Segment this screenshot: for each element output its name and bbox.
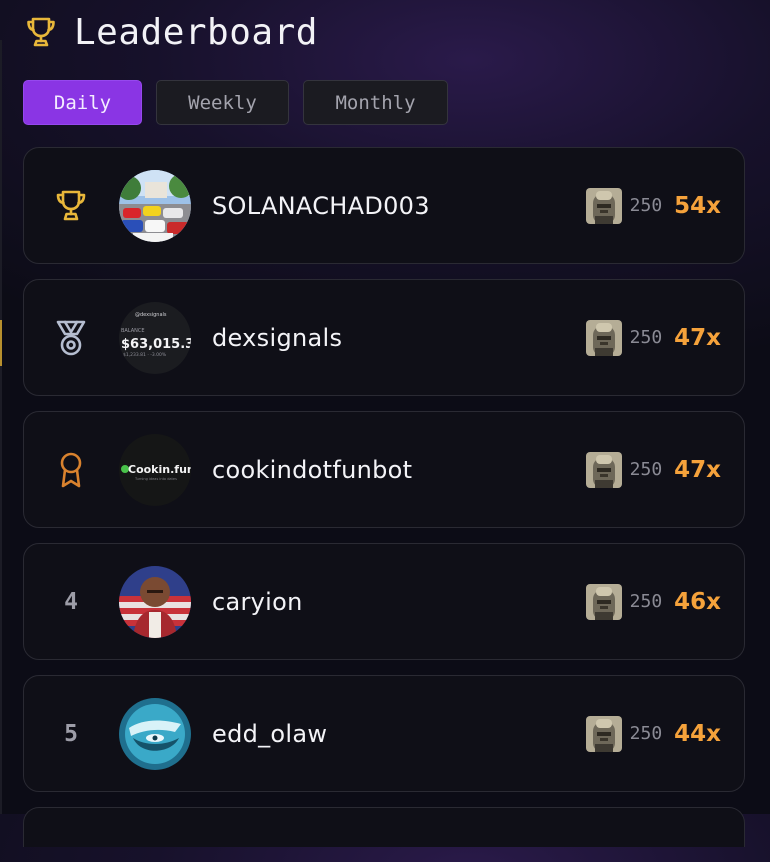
entry-amount: 250: [629, 327, 663, 348]
rank-number: 4: [64, 588, 78, 615]
token-image: [585, 715, 622, 752]
page-title: Leaderboard: [74, 11, 318, 53]
entry-amount: 250: [629, 723, 663, 744]
avatar-brand-text: Cookin.fun: [128, 463, 191, 476]
username: cookindotfunbot: [212, 455, 413, 484]
username: caryion: [212, 587, 303, 616]
entry-amount: 250: [629, 195, 663, 216]
rank-badge: 4: [52, 544, 90, 659]
token-image: [585, 583, 622, 620]
tab-weekly[interactable]: Weekly: [156, 80, 289, 125]
entry-amount: 250: [629, 591, 663, 612]
tab-daily[interactable]: Daily: [23, 80, 142, 125]
row-stats: 250 46x: [585, 544, 721, 659]
avatar: @dexsignals BALANCE $63,015.3 $1,233.81 …: [119, 302, 191, 374]
username: edd_olaw: [212, 719, 328, 748]
row-stats: 250 47x: [585, 280, 721, 395]
leaderboard-row[interactable]: @dexsignals BALANCE $63,015.3 $1,233.81 …: [23, 279, 745, 396]
multiplier: 46x: [674, 588, 721, 615]
row-stats: 250 44x: [585, 676, 721, 791]
row-stats: 250 54x: [585, 148, 721, 263]
left-panel-edge: [0, 40, 2, 814]
left-panel-edge-highlight: [0, 320, 2, 366]
period-tabs: Daily Weekly Monthly: [23, 80, 462, 125]
rank-number: 5: [64, 720, 78, 747]
rank-badge: [52, 148, 90, 263]
avatar: Cookin.fun Turning ideas into dates: [119, 434, 191, 506]
leaderboard-row[interactable]: SOLANACHAD003 250 54x: [23, 147, 745, 264]
multiplier: 54x: [674, 192, 721, 219]
avatar-handle-text: @dexsignals: [135, 312, 167, 318]
page-header: Leaderboard: [24, 10, 318, 54]
avatar: [119, 566, 191, 638]
leaderboard-row[interactable]: Cookin.fun Turning ideas into dates cook…: [23, 411, 745, 528]
leaderboard-list: SOLANACHAD003 250 54x @dexsignals BALANC…: [23, 147, 745, 862]
token-image: [585, 451, 622, 488]
token-image: [585, 319, 622, 356]
trophy-icon: [56, 190, 86, 220]
leaderboard-row-partial[interactable]: [23, 807, 745, 847]
leaderboard-row[interactable]: 4 caryion 250 46x: [23, 543, 745, 660]
avatar: [119, 698, 191, 770]
rank-badge: [52, 412, 90, 527]
avatar: [119, 170, 191, 242]
rank-badge: [52, 280, 90, 395]
trophy-icon: [24, 15, 58, 49]
tab-monthly[interactable]: Monthly: [303, 80, 448, 125]
avatar-balance-label: BALANCE: [121, 328, 145, 334]
multiplier: 47x: [674, 324, 721, 351]
row-stats: 250 47x: [585, 412, 721, 527]
award-ribbon-icon: [60, 452, 82, 487]
avatar-balance-value: $63,015.3: [121, 337, 191, 352]
avatar-balance-sub: $1,233.81 · -3.00%: [123, 352, 167, 358]
medal-icon: [56, 320, 86, 355]
multiplier: 47x: [674, 456, 721, 483]
leaderboard-row[interactable]: 5 edd_olaw 250 44x: [23, 675, 745, 792]
username: SOLANACHAD003: [212, 191, 430, 220]
avatar-tagline-text: Turning ideas into dates: [134, 477, 177, 481]
token-image: [585, 187, 622, 224]
entry-amount: 250: [629, 459, 663, 480]
rank-badge: 5: [52, 676, 90, 791]
multiplier: 44x: [674, 720, 721, 747]
username: dexsignals: [212, 323, 343, 352]
